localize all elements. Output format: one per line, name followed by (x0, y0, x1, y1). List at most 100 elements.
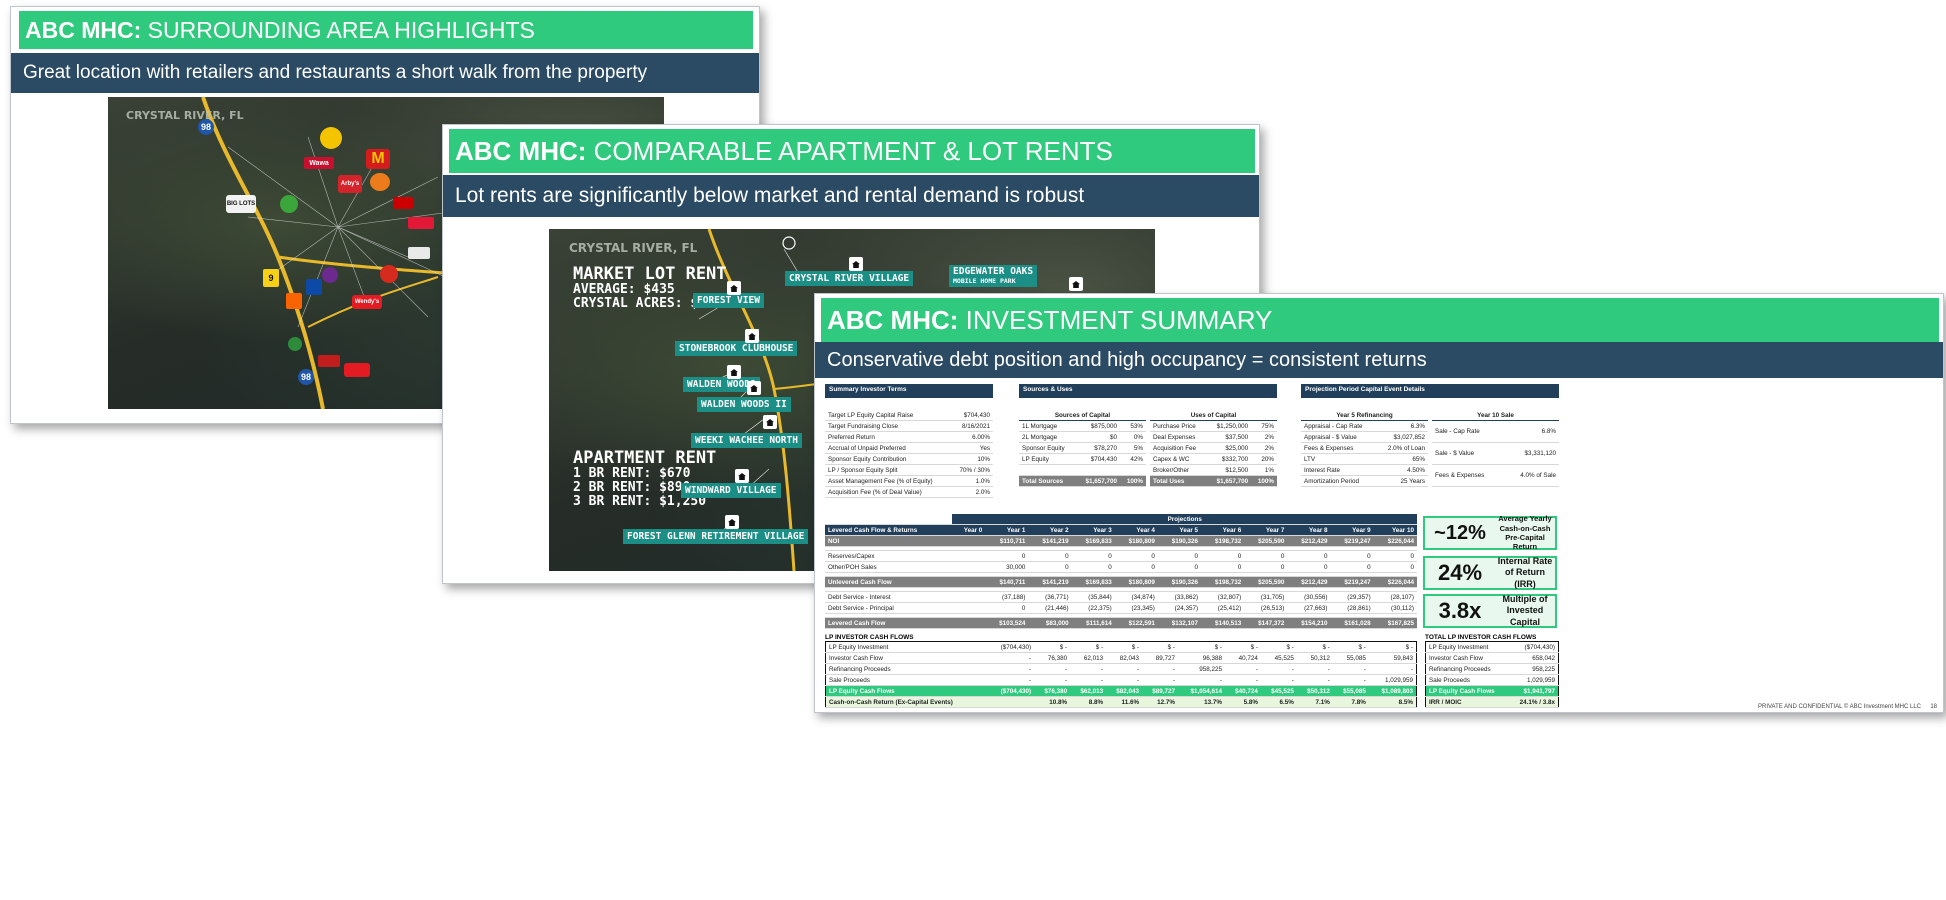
row-value: 6.8% (1504, 420, 1559, 443)
uses-row: Deal Expenses $37,500 2% (1150, 431, 1277, 443)
row-value: 10% (951, 453, 993, 465)
slide-title-bar: ABC MHC: INVESTMENT SUMMARY (821, 298, 1939, 342)
year-header: Year 7 (1244, 524, 1288, 536)
row-value: $161,028 (1330, 617, 1374, 629)
row-label: NOI (825, 535, 953, 547)
row-value: $122,591 (1114, 617, 1158, 629)
row-value: 50,312 (1296, 652, 1333, 664)
wendys-logo-icon: Wendy's (352, 295, 382, 309)
row-label: Accrual of Unpaid Preferred (825, 442, 952, 454)
row-value: 70% / 30% (951, 464, 993, 476)
home-icon (745, 329, 759, 343)
row-value: $ - (1106, 641, 1143, 653)
row-label: Sale Proceeds (1425, 674, 1510, 686)
tag-edgewater-oaks-sub: MOBILE HOME PARK (953, 276, 1016, 285)
row-value: - (1034, 674, 1071, 686)
row-value: 1.0% (951, 475, 993, 487)
lp-investor-cash-flows: LP INVESTOR CASH FLOWS LP Equity Investm… (825, 634, 1417, 708)
row-value: - (1224, 674, 1261, 686)
row-value: 0 (1157, 561, 1202, 573)
year-header: Year 3 (1071, 524, 1115, 536)
row-value: (35,844) (1071, 591, 1115, 603)
row-value: ($704,430) (1509, 641, 1559, 653)
row-value: 0 (1244, 561, 1288, 573)
row-label: Total Uses (1150, 475, 1208, 487)
row-value: $ - (1332, 641, 1369, 653)
slide-title: INVESTMENT SUMMARY (965, 305, 1273, 335)
row-value: - (1070, 674, 1107, 686)
row-value: 76,380 (1034, 652, 1071, 664)
row-label: LP Equity Cash Flows (825, 685, 989, 697)
row-value: $226,044 (1373, 535, 1417, 547)
section-heading: Projection Period Capital Event Details (1301, 384, 1559, 398)
row-value: 8/16/2021 (951, 420, 993, 432)
row-value: (22,375) (1071, 602, 1115, 614)
row-label: Amortization Period (1301, 475, 1378, 487)
year5-heading: Year 5 Refinancing (1301, 410, 1428, 421)
home-icon (727, 281, 741, 295)
row-value: $198,732 (1201, 576, 1245, 588)
year5-row: Appraisal - Cap Rate 6.3% (1301, 420, 1428, 432)
row-value: 0 (1287, 561, 1331, 573)
row-value: $875,000 (1076, 420, 1121, 432)
sources-row: 2L Mortgage $0 0% (1019, 431, 1146, 443)
row-value: (25,412) (1201, 602, 1245, 614)
row-value: 0 (1071, 550, 1115, 562)
row-value: 62,013 (1070, 652, 1107, 664)
lp-flow-row: LP Equity Cash Flows ($704,430) $76,380 $62… (825, 685, 1417, 697)
map-city-label: CRYSTAL RIVER, FL (126, 109, 244, 122)
summary-investor-terms: Summary Investor Terms Target LP Equity … (825, 384, 993, 498)
year10-row: Sale - Cap Rate 6.8% (1432, 420, 1559, 443)
row-value: - (988, 674, 1035, 686)
row-value: $82,043 (1106, 685, 1143, 697)
year-header: Year 0 (952, 524, 986, 536)
row-value: 0 (1028, 550, 1072, 562)
slide-investment-summary[interactable]: ABC MHC: INVESTMENT SUMMARY Conservative… (814, 293, 1944, 713)
row-value: 5% (1120, 442, 1146, 454)
projection-row: Other/POH Sales 30,000 0 0 0 0 0 0 0 0 0 (825, 561, 1417, 573)
year10-heading: Year 10 Sale (1432, 410, 1559, 421)
year-header: Year 2 (1028, 524, 1072, 536)
row-value: $3,027,852 (1377, 431, 1428, 443)
brand-label: ABC MHC: (25, 17, 142, 43)
year-header: Year 10 (1373, 524, 1417, 536)
row-value: 55,085 (1332, 652, 1369, 664)
tag-weeki-wachee-north: WEEKI WACHEE NORTH (691, 433, 802, 448)
row-value (952, 550, 986, 562)
row-label: Unlevered Cash Flow (825, 576, 953, 588)
row-value: 2.0% of Loan (1377, 442, 1428, 454)
row-value: 0 (1114, 561, 1158, 573)
slide-title-bar: ABC MHC: SURROUNDING AREA HIGHLIGHTS (19, 11, 753, 49)
terms-row: Acquisition Fee (% of Deal Value) 2.0% (825, 486, 993, 498)
projection-row: Debt Service - Principal 0 (21,446) (22,375… (825, 602, 1417, 614)
row-value: $219,247 (1330, 535, 1374, 547)
row-label: Other/POH Sales (825, 561, 953, 573)
row-value: $1,657,700 (1207, 475, 1252, 487)
row-value: 65% (1377, 453, 1428, 465)
tag-stonebrook-clubhouse: STONEBROOK CLUBHOUSE (675, 341, 798, 356)
row-value: $219,247 (1330, 576, 1374, 588)
year5-row: Fees & Expenses 2.0% of Loan (1301, 442, 1428, 454)
row-value: 8.5% (1368, 696, 1417, 708)
row-value: (34,874) (1114, 591, 1158, 603)
row-value: 0 (1114, 550, 1158, 562)
row-value: 13.7% (1178, 696, 1225, 708)
row-value: 2% (1251, 431, 1277, 443)
year5-row: Amortization Period 25 Years (1301, 475, 1428, 487)
uses-row: Purchase Price $1,250,000 75% (1150, 420, 1277, 432)
row-value: 658,042 (1509, 652, 1559, 664)
total-lp-row: Refinancing Proceeds 958,225 (1425, 663, 1559, 675)
row-value: $212,429 (1287, 576, 1331, 588)
row-value: $180,809 (1114, 576, 1158, 588)
row-value: 0 (1287, 550, 1331, 562)
row-value: 958,225 (1509, 663, 1559, 675)
row-value: $154,210 (1287, 617, 1331, 629)
tag-edgewater-oaks: EDGEWATER OAKS MOBILE HOME PARK (949, 265, 1038, 288)
home-icon (727, 365, 741, 379)
row-label: IRR / MOIC (1425, 696, 1510, 708)
row-value: $78,270 (1076, 442, 1121, 454)
row-value: - (1296, 674, 1333, 686)
sources-table: Sources of Capital 1L Mortgage $875,000 53… (1019, 410, 1146, 487)
row-value: $140,711 (985, 576, 1029, 588)
row-value: (26,513) (1244, 602, 1288, 614)
